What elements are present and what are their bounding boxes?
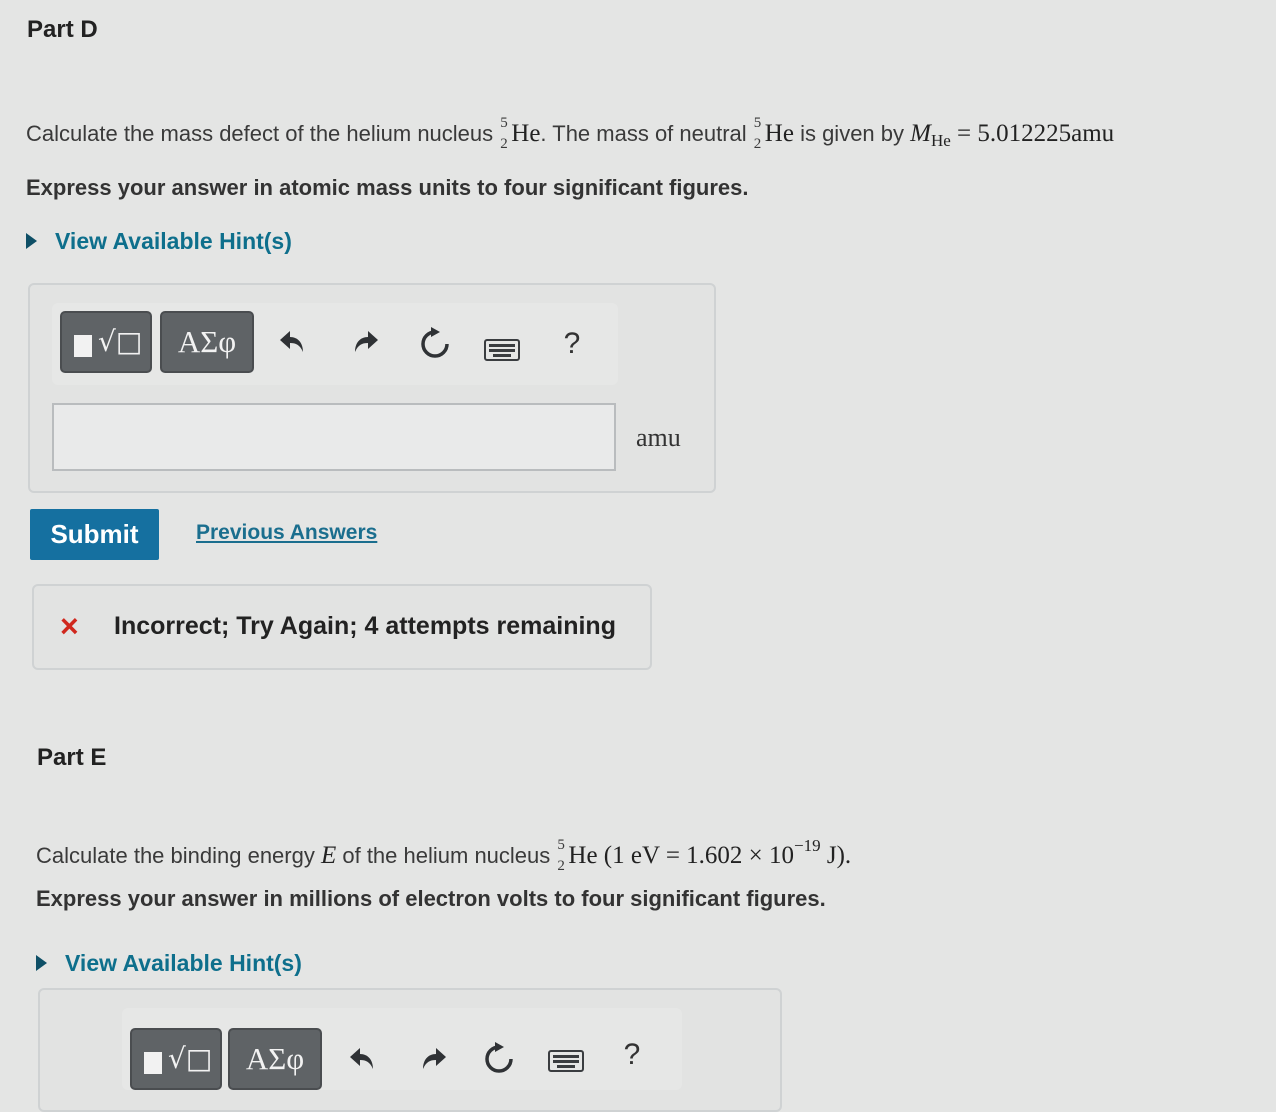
nucleus-symbol: He <box>568 842 598 869</box>
template-box-icon <box>144 1052 162 1074</box>
feedback-message: Incorrect; Try Again; 4 attempts remaini… <box>114 612 616 640</box>
question-text: . The mass of neutral <box>540 121 753 146</box>
mass-number: 5 <box>557 837 565 853</box>
triangle-right-icon <box>36 955 47 971</box>
exponent: −19 <box>794 836 821 855</box>
part-d-title: Part D <box>27 16 98 43</box>
question-text: of the helium nucleus <box>336 843 557 868</box>
part-e-instruction: Express your answer in millions of elect… <box>36 886 826 911</box>
nucleus-symbol: He <box>511 120 541 147</box>
part-d-question: Calculate the mass defect of the helium … <box>26 115 1115 152</box>
question-text: Calculate the binding energy <box>36 843 321 868</box>
part-e-question: Calculate the binding energy E of the he… <box>36 836 852 874</box>
unit-label: amu <box>636 423 681 452</box>
keyboard-icon[interactable] <box>548 1050 584 1072</box>
template-box-icon <box>74 335 92 357</box>
atomic-number: 2 <box>753 136 762 152</box>
mass-number: 5 <box>500 115 508 131</box>
triangle-right-icon <box>26 233 37 249</box>
submit-button[interactable]: Submit <box>30 509 159 560</box>
sqrt-icon: √□ <box>168 1042 213 1075</box>
mass-value: = 5.012225amu <box>950 120 1115 147</box>
question-text: is given by <box>793 121 911 146</box>
atomic-number: 2 <box>500 136 508 152</box>
undo-icon[interactable] <box>278 327 308 357</box>
nucleus-symbol: He <box>764 120 794 147</box>
reset-icon[interactable] <box>418 327 452 361</box>
nucleus-notation: 52 <box>753 115 765 152</box>
templates-button[interactable]: √□ <box>130 1028 222 1090</box>
reset-icon[interactable] <box>482 1042 516 1076</box>
mass-number: 5 <box>753 115 762 131</box>
sqrt-icon: √□ <box>98 325 143 358</box>
redo-icon[interactable] <box>350 327 380 357</box>
atomic-number: 2 <box>557 858 565 874</box>
templates-button[interactable]: √□ <box>60 311 152 373</box>
feedback-box: × Incorrect; Try Again; 4 attempts remai… <box>32 584 652 670</box>
conversion-unit: J). <box>820 842 852 869</box>
math-toolbar: √□ ΑΣφ ? <box>122 1008 682 1090</box>
close-icon: × <box>60 608 79 644</box>
math-toolbar: √□ ΑΣφ ? <box>52 303 618 385</box>
mass-symbol: M <box>910 120 931 147</box>
hint-label: View Available Hint(s) <box>55 228 292 254</box>
part-d-answer-panel: √□ ΑΣφ ? amu <box>28 283 716 493</box>
hint-label: View Available Hint(s) <box>65 950 302 976</box>
symbols-button[interactable]: ΑΣφ <box>228 1028 322 1090</box>
nucleus-notation: 52 <box>556 837 568 874</box>
part-e-title: Part E <box>37 744 107 771</box>
energy-symbol: E <box>320 842 337 869</box>
nucleus-notation: 52 <box>499 115 511 152</box>
part-d-hint-link[interactable]: View Available Hint(s) <box>26 228 292 255</box>
answer-input[interactable] <box>52 403 616 471</box>
question-text: Calculate the mass defect of the helium … <box>26 121 500 146</box>
part-e-hint-link[interactable]: View Available Hint(s) <box>36 950 302 977</box>
help-icon[interactable]: ? <box>612 1038 652 1072</box>
symbols-button[interactable]: ΑΣφ <box>160 311 254 373</box>
keyboard-icon[interactable] <box>484 339 520 361</box>
previous-answers-link[interactable]: Previous Answers <box>196 521 377 545</box>
undo-icon[interactable] <box>348 1044 378 1074</box>
part-e-answer-panel: √□ ΑΣφ ? <box>38 988 782 1112</box>
conversion-factor: (1 eV = 1.602 × 10 <box>597 842 795 869</box>
help-icon[interactable]: ? <box>552 327 592 361</box>
mass-subscript: He <box>930 131 951 150</box>
redo-icon[interactable] <box>418 1044 448 1074</box>
part-d-instruction: Express your answer in atomic mass units… <box>26 175 749 200</box>
